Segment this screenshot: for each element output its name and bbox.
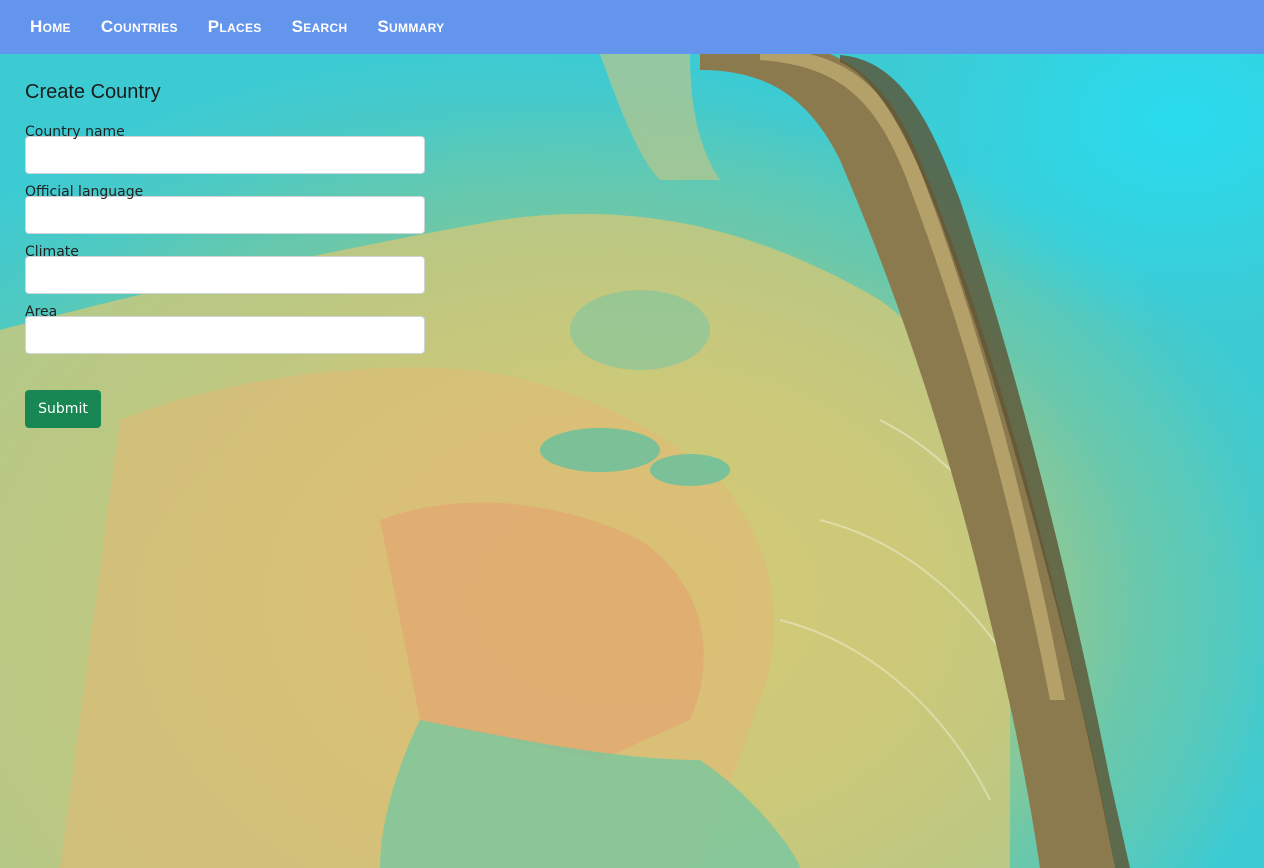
area-input[interactable] <box>25 316 425 354</box>
form-title: Create Country <box>25 81 161 103</box>
nav-search-link[interactable]: Search <box>277 0 363 54</box>
nav-home-link[interactable]: Home <box>15 0 86 54</box>
create-country-form: Create Country Country name Official lan… <box>25 78 425 428</box>
climate-input[interactable] <box>25 256 425 294</box>
nav-places-link[interactable]: Places <box>193 0 277 54</box>
top-navbar: Home Countries Places Search Summary <box>0 0 1264 54</box>
nav-countries-link[interactable]: Countries <box>86 0 193 54</box>
nav-summary-link[interactable]: Summary <box>362 0 459 54</box>
submit-button[interactable]: Submit <box>25 390 101 428</box>
